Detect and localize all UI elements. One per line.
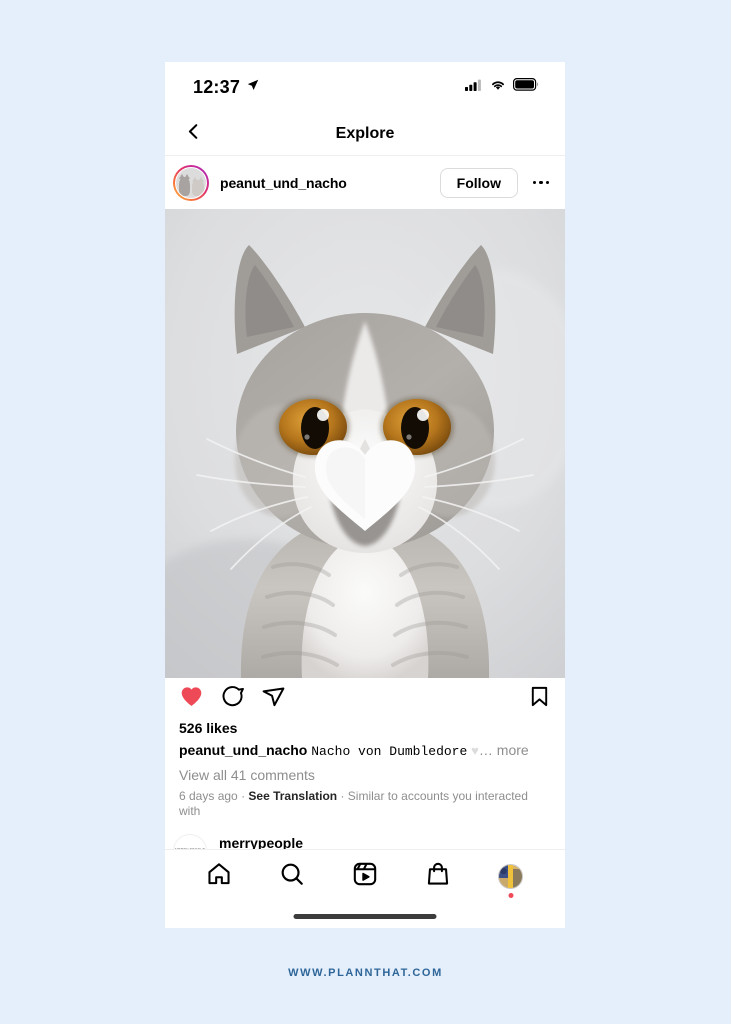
bookmark-icon (528, 685, 551, 713)
nav-item-shop[interactable] (418, 856, 458, 896)
post-submeta: 6 days ago · See Translation · Similar t… (179, 789, 551, 819)
avatar-image (175, 166, 207, 199)
comment-button[interactable] (220, 684, 245, 714)
view-all-comments-link[interactable]: View all 41 comments (179, 767, 551, 783)
footer-url[interactable]: WWW.PLANNTHAT.COM (0, 967, 731, 979)
status-bar: 12:37 (165, 62, 565, 112)
heart-filled-icon (179, 684, 204, 714)
bottom-navigation-bar (165, 849, 565, 928)
nav-item-home[interactable] (199, 856, 239, 896)
search-icon (279, 861, 305, 892)
post-header-actions: Follow (439, 167, 552, 198)
wifi-icon (490, 78, 506, 96)
like-button[interactable] (179, 684, 204, 714)
white-heart-emoji: ♥ (471, 743, 479, 758)
reels-icon (352, 861, 378, 892)
post-meta: 526 likes peanut_und_nacho Nacho von Dum… (165, 720, 565, 819)
caption-text: Nacho von Dumbledore (311, 744, 468, 759)
post-actions-left (179, 684, 286, 714)
caption-ellipsis: … (478, 742, 493, 758)
submeta-separator-1: · (241, 789, 246, 803)
save-button[interactable] (528, 685, 551, 713)
home-indicator-bar[interactable] (293, 914, 437, 919)
submeta-separator-2: · (340, 789, 345, 803)
comment-bubble-icon (220, 684, 245, 714)
page-title: Explore (335, 124, 395, 142)
post-action-bar (165, 678, 565, 720)
chevron-left-icon (184, 122, 203, 146)
post-photo[interactable] (165, 209, 565, 678)
nav-item-reels[interactable] (345, 856, 385, 896)
post-username[interactable]: peanut_und_nacho (220, 175, 347, 191)
post-timestamp: 6 days ago (179, 789, 238, 803)
status-bar-right (465, 78, 539, 96)
back-button[interactable] (181, 122, 205, 146)
profile-avatar-icon (498, 863, 524, 889)
bottom-nav-row (165, 850, 565, 902)
post-actions-right (528, 685, 551, 713)
nav-item-profile[interactable] (491, 856, 531, 898)
paper-plane-icon (261, 684, 286, 714)
post-caption: peanut_und_nacho Nacho von Dumbledore ♥…… (179, 741, 551, 761)
share-button[interactable] (261, 684, 286, 714)
post-more-options-button[interactable] (530, 173, 552, 193)
profile-notification-badge (508, 893, 514, 898)
status-time: 12:37 (193, 76, 241, 97)
avatar[interactable] (173, 164, 209, 201)
follow-button[interactable]: Follow (439, 167, 518, 198)
nav-item-search[interactable] (272, 856, 312, 896)
battery-full-icon (513, 78, 539, 96)
status-bar-left: 12:37 (193, 77, 260, 98)
cellular-signal-icon (465, 78, 483, 96)
nav-header: Explore (165, 112, 565, 156)
post-header: peanut_und_nacho Follow (165, 156, 565, 209)
home-icon (206, 861, 232, 892)
shopping-bag-icon (425, 861, 451, 892)
caption-username[interactable]: peanut_und_nacho (179, 742, 307, 758)
cat-photo-illustration (165, 209, 565, 678)
phone-frame: 12:37 Explore peanut_und_nacho Follow 52… (165, 62, 565, 928)
location-arrow-icon (246, 78, 260, 97)
like-count[interactable]: 526 likes (179, 720, 551, 736)
caption-more-link[interactable]: more (497, 742, 529, 758)
see-translation-link[interactable]: See Translation (248, 789, 337, 803)
